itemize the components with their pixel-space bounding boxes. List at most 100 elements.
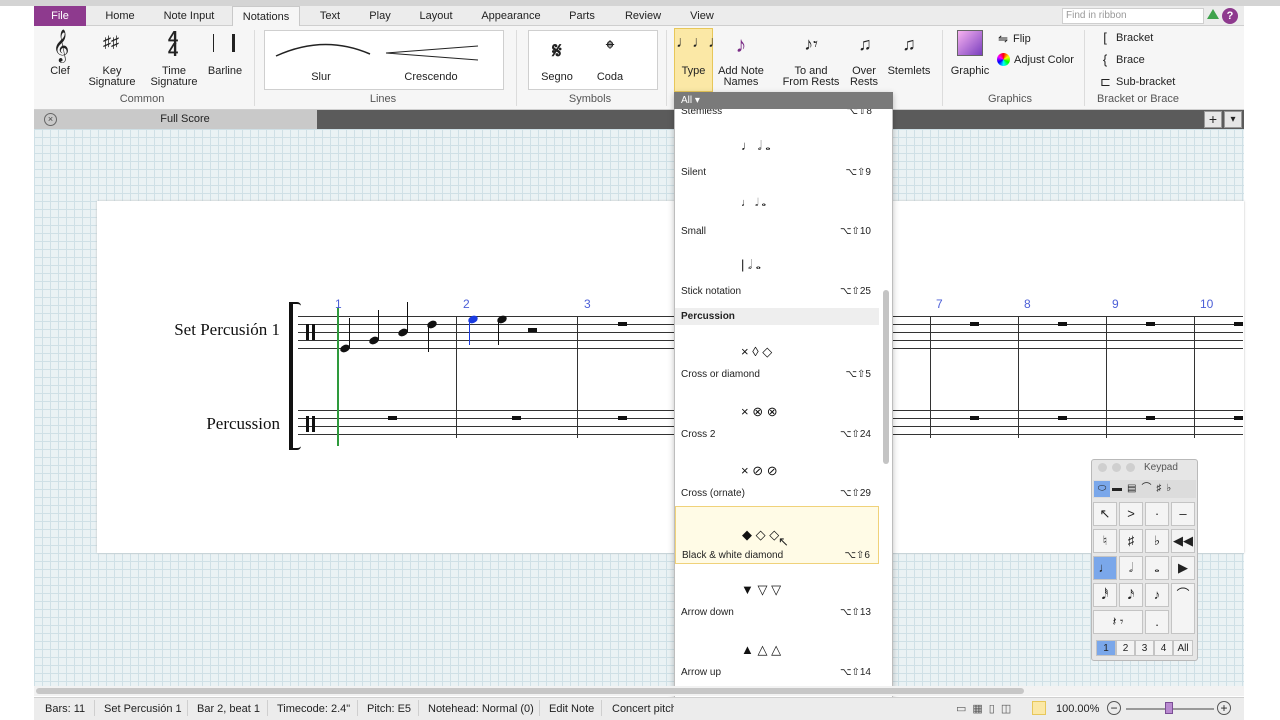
to-and-from-rests-icon[interactable]: ♪𝄾 — [798, 34, 824, 55]
time-signature-button-label[interactable]: Time Signature — [146, 66, 202, 88]
stemlets-label[interactable]: Stemlets — [886, 66, 932, 77]
rest[interactable] — [1234, 322, 1243, 326]
dropdown-item-silent[interactable]: ♩ 𝅗𝅥 𝅝 Silent ⌥⇧9 — [675, 122, 879, 180]
rest[interactable] — [388, 416, 397, 420]
flip-icon[interactable]: ⇋ — [996, 32, 1010, 46]
flip-label[interactable]: Flip — [1013, 34, 1043, 45]
keypad-sharp-icon[interactable]: ♯ — [1119, 529, 1143, 553]
tab-view[interactable]: View — [684, 6, 720, 26]
keypad-tab-2[interactable]: 2 — [1116, 640, 1135, 656]
bracket-icon[interactable]: [ — [1100, 30, 1110, 45]
zoom-out-icon[interactable]: − — [1107, 701, 1121, 715]
tab-parts[interactable]: Parts — [562, 6, 602, 26]
clef-button-label[interactable]: Clef — [40, 66, 80, 77]
keypad-whole-note-icon[interactable]: 𝅝 — [1145, 556, 1169, 580]
dropdown-item-arrow-down[interactable]: ▼ ▽ ▽ Arrow down ⌥⇧13 — [675, 562, 879, 620]
keypad-half-note-icon[interactable]: 𝅗𝅥 — [1119, 556, 1143, 580]
window-close-icon[interactable] — [1098, 463, 1107, 472]
segno-label[interactable]: Segno — [536, 72, 578, 83]
graphic-label[interactable]: Graphic — [948, 66, 992, 77]
crescendo-icon[interactable] — [384, 44, 480, 62]
barline-icon[interactable] — [213, 34, 235, 52]
keypad-staccato-icon[interactable]: · — [1145, 502, 1169, 526]
rest[interactable] — [528, 328, 537, 332]
rest[interactable] — [1146, 416, 1155, 420]
tab-review[interactable]: Review — [618, 6, 668, 26]
keypad-quarter-note-icon[interactable]: ♩ — [1093, 556, 1117, 580]
graphic-icon[interactable] — [957, 30, 983, 56]
clef-icon[interactable]: 𝄞 — [48, 30, 74, 63]
keypad-layout-icons[interactable]: ▬▤⌒♯♭ — [1112, 481, 1192, 497]
tab-menu-icon[interactable]: ▾ — [1224, 111, 1242, 128]
dropdown-item-small[interactable]: ♩ 𝅗𝅥 𝅝 Small ⌥⇧10 — [675, 181, 879, 239]
keypad-accent-icon[interactable]: > — [1119, 502, 1143, 526]
keypad-rest-icon[interactable]: 𝄽 𝄾 — [1093, 610, 1143, 634]
keypad-32nd-note-icon[interactable]: 𝅘𝅥𝅰 — [1093, 583, 1117, 607]
key-signature-button-label[interactable]: Key Signature — [84, 66, 140, 88]
filter-label[interactable]: All — [681, 95, 692, 106]
keypad-16th-note-icon[interactable]: 𝅘𝅥𝅯 — [1119, 583, 1143, 607]
status-concert-pitch[interactable]: Concert pitch — [612, 703, 674, 715]
crescendo-label[interactable]: Crescendo — [396, 72, 466, 83]
dropdown-item-cross-or-diamond[interactable]: × ◊ ◇ Cross or diamond ⌥⇧5 — [675, 324, 879, 382]
add-tab-icon[interactable]: + — [1204, 111, 1222, 128]
keypad-natural-icon[interactable]: ♮ — [1093, 529, 1117, 553]
rest[interactable] — [618, 322, 627, 326]
key-signature-icon[interactable]: ♯♯ — [98, 34, 124, 52]
brace-icon[interactable]: { — [1100, 52, 1110, 67]
horizontal-scroll-thumb[interactable] — [36, 688, 1024, 694]
minimize-ribbon-icon[interactable] — [1207, 9, 1219, 19]
tab-note-input[interactable]: Note Input — [154, 6, 224, 26]
zoom-slider-thumb[interactable] — [1165, 702, 1173, 714]
keypad-tab-4[interactable]: 4 — [1154, 640, 1173, 656]
rest[interactable] — [512, 416, 521, 420]
rest[interactable] — [618, 416, 627, 420]
keypad-tenuto-icon[interactable]: – — [1171, 502, 1195, 526]
keypad-play-icon[interactable]: ▶ — [1171, 556, 1195, 580]
sub-bracket-label[interactable]: Sub-bracket — [1116, 77, 1186, 88]
coda-label[interactable]: Coda — [590, 72, 630, 83]
rest[interactable] — [1058, 416, 1067, 420]
add-note-names-label[interactable]: Add Note Names — [716, 66, 766, 88]
keypad-tab-1[interactable]: 1 — [1096, 640, 1116, 656]
segno-icon[interactable]: 𝄋 — [542, 38, 572, 64]
window-minimize-icon[interactable] — [1112, 463, 1121, 472]
tab-text[interactable]: Text — [310, 6, 350, 26]
window-zoom-icon[interactable] — [1126, 463, 1135, 472]
keypad-layout-common-icon[interactable]: ⬭ — [1094, 481, 1110, 497]
adjust-color-icon[interactable] — [997, 53, 1010, 66]
notehead-type-icon[interactable]: ♩♩♩ — [676, 34, 724, 52]
dropdown-item-arrow-up[interactable]: ▲ △ △ Arrow up ⌥⇧14 — [675, 622, 879, 680]
keypad-arrow-icon[interactable]: ↖ — [1093, 502, 1117, 526]
slur-label[interactable]: Slur — [296, 72, 346, 83]
score-page[interactable] — [97, 201, 1244, 553]
dropdown-item-stick-notation[interactable]: | 𝅗𝅥 𝅝 Stick notation ⌥⇧25 — [675, 241, 879, 299]
tab-play[interactable]: Play — [360, 6, 400, 26]
tab-notations[interactable]: Notations — [232, 6, 300, 27]
dropdown-item-cross-2[interactable]: × ⊗ ⊗ Cross 2 ⌥⇧24 — [675, 384, 879, 442]
over-rests-icon[interactable]: ♫ — [850, 34, 880, 55]
view-mode-active-icon[interactable] — [1032, 701, 1046, 715]
to-and-from-rests-label[interactable]: To and From Rests — [782, 66, 840, 88]
tab-layout[interactable]: Layout — [412, 6, 460, 26]
stemlets-icon[interactable]: ♫ — [894, 34, 924, 55]
dropdown-scrollbar[interactable] — [883, 290, 889, 464]
keypad-tab-all[interactable]: All — [1173, 640, 1193, 656]
notehead-type-label[interactable]: Type — [675, 66, 712, 77]
zoom-in-icon[interactable]: + — [1217, 701, 1231, 715]
dropdown-item-cross-ornate[interactable]: × ⊘ ⊘ Cross (ornate) ⌥⇧29 — [675, 443, 879, 501]
close-tab-icon[interactable]: × — [44, 113, 57, 126]
add-note-names-icon[interactable]: ♪ — [728, 32, 754, 58]
rest[interactable] — [1146, 322, 1155, 326]
adjust-color-label[interactable]: Adjust Color — [1014, 55, 1078, 66]
find-in-ribbon-input[interactable]: Find in ribbon — [1062, 8, 1204, 24]
keypad-tie-icon[interactable]: ⌒ — [1171, 583, 1195, 634]
notehead-filter-dropdown[interactable]: All ▾ — [674, 92, 893, 109]
keypad-dot-icon[interactable]: . — [1145, 610, 1169, 634]
rest[interactable] — [1058, 322, 1067, 326]
full-score-tab-label[interactable]: Full Score — [140, 113, 230, 125]
coda-icon[interactable]: 𝄌 — [595, 36, 625, 64]
bracket-label[interactable]: Bracket — [1116, 33, 1176, 44]
dropdown-item-black-white-diamond[interactable]: ◆ ◇ ◇ Black & white diamond ⌥⇧6 — [675, 506, 879, 564]
brace-label[interactable]: Brace — [1116, 55, 1176, 66]
